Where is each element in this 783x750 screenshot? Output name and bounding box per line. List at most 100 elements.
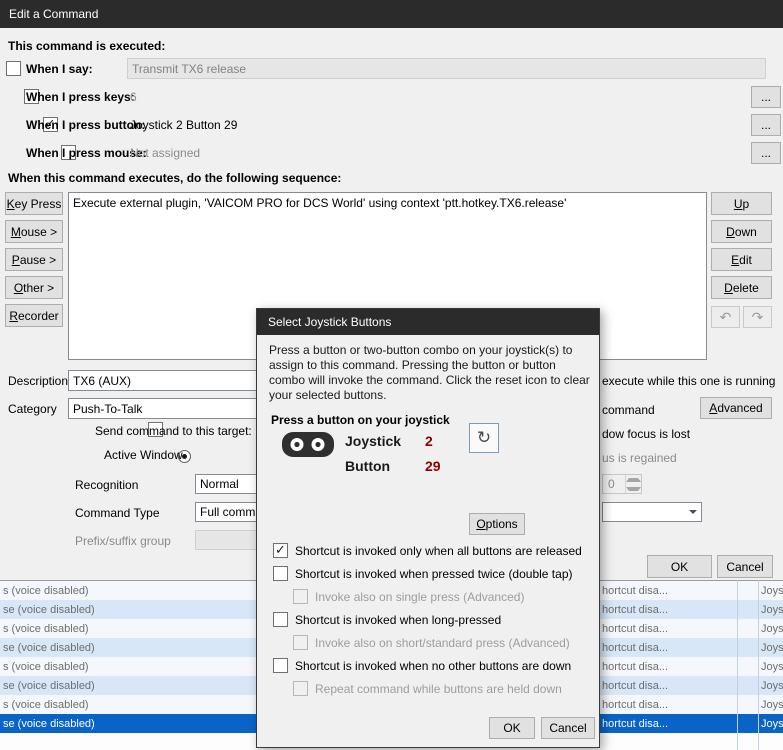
chevron-down-icon [684, 503, 701, 521]
when-i-press-button-label: When I press button: [26, 118, 146, 132]
joystick-label: Joystick [345, 433, 402, 449]
keys-value: 6 [130, 90, 137, 104]
checkbox-label: Shortcut is invoked when pressed twice (… [295, 566, 573, 581]
window-focus-lost-fragment: dow focus is lost [602, 427, 691, 441]
recorder-button[interactable]: Recorder [5, 304, 63, 327]
column-divider [737, 580, 738, 750]
reset-button[interactable]: ↻ [469, 423, 499, 453]
command-joystick: Joys [761, 660, 783, 673]
spinner-up-icon[interactable] [626, 475, 641, 484]
key-press-button[interactable]: Key Press [5, 192, 63, 215]
delete-button[interactable]: Delete [711, 276, 772, 299]
button-label: Button [345, 458, 391, 474]
pause-menu-label: Pause > [11, 252, 57, 267]
mouse-menu-button[interactable]: Mouse > [5, 220, 63, 243]
when-i-press-keys-label: When I press keys: [26, 90, 135, 104]
double-tap-checkbox[interactable] [273, 566, 288, 581]
joystick-cancel-label: Cancel [549, 721, 587, 735]
released-only-row: Shortcut is invoked only when all button… [273, 542, 582, 558]
description-value: TX6 (AUX) [73, 373, 132, 388]
redo-button[interactable]: ↷ [743, 306, 772, 328]
ellipsis-icon: ... [760, 90, 771, 104]
command-joystick: Joys [761, 641, 783, 654]
command-joystick: Joys [761, 603, 783, 616]
spinner-arrows[interactable] [625, 475, 641, 493]
checkbox-label: Shortcut is invoked when no other button… [295, 658, 572, 673]
pause-menu-button[interactable]: Pause > [5, 248, 63, 271]
mouse-more-button[interactable]: ... [751, 142, 781, 164]
options-label: Options [476, 517, 518, 531]
send-target-label: Send command to this target: [95, 424, 252, 438]
command-joystick: Joys [761, 622, 783, 635]
command-name: s (voice disabled) [3, 584, 89, 597]
delay-spinner[interactable]: 0 [602, 474, 642, 494]
command-joystick: Joys [761, 584, 783, 597]
checkbox-label: Repeat command while buttons are held do… [315, 681, 562, 696]
command-name: se (voice disabled) [3, 603, 95, 616]
ellipsis-icon: ... [760, 146, 771, 160]
delete-label: Delete [724, 280, 759, 295]
other-menu-button[interactable]: Other > [5, 276, 63, 299]
command-joystick: Joys [761, 717, 783, 730]
edit-command-title: Edit a Command [9, 7, 99, 21]
active-window-label: Active Window [104, 448, 183, 462]
executed-heading: This command is executed: [8, 39, 166, 53]
command-type-label: Command Type [75, 506, 160, 520]
up-label: Up [733, 196, 750, 211]
when-i-say-label: When I say: [26, 62, 93, 76]
command-name: se (voice disabled) [3, 717, 95, 730]
mouse-value: Not assigned [130, 146, 201, 160]
ellipsis-icon: ... [760, 118, 771, 132]
short-press-advanced-row: Invoke also on short/standard press (Adv… [293, 635, 570, 650]
checkbox-label: Shortcut is invoked when long-pressed [295, 612, 502, 627]
select-joystick-buttons-dialog: Select Joystick Buttons Press a button o… [256, 308, 600, 748]
command-shortcut: hortcut disa... [602, 584, 669, 597]
spinner-down-icon[interactable] [626, 484, 641, 493]
key-press-label: Key Press [6, 196, 62, 211]
joystick-dialog-intro: Press a button or two-button combo on yo… [269, 343, 590, 402]
single-press-advanced-row: Invoke also on single press (Advanced) [293, 589, 524, 604]
long-press-checkbox[interactable] [273, 612, 288, 627]
command-name: se (voice disabled) [3, 641, 95, 654]
command-shortcut: hortcut disa... [602, 603, 669, 616]
button-more-button[interactable]: ... [751, 114, 781, 136]
released-only-checkbox[interactable] [273, 542, 288, 558]
joystick-cancel-button[interactable]: Cancel [541, 717, 595, 739]
down-button[interactable]: Down [711, 220, 772, 243]
cancel-label: Cancel [726, 559, 764, 574]
edit-command-titlebar: Edit a Command [0, 0, 783, 28]
advanced-button[interactable]: Advanced [700, 397, 772, 419]
category-label: Category [8, 402, 57, 416]
right-panel-combo[interactable] [602, 502, 702, 522]
joystick-ok-button[interactable]: OK [489, 717, 535, 739]
joystick-ok-label: OK [503, 721, 521, 735]
other-menu-label: Other > [13, 280, 55, 295]
keys-more-button[interactable]: ... [751, 86, 781, 108]
up-button[interactable]: Up [711, 192, 772, 215]
repeat-held-row: Repeat command while buttons are held do… [293, 681, 562, 696]
command-joystick: Joys [761, 698, 783, 711]
prefix-suffix-label: Prefix/suffix group [75, 534, 171, 548]
long-press-row: Shortcut is invoked when long-pressed [273, 612, 501, 627]
command-name: s (voice disabled) [3, 622, 89, 635]
options-button[interactable]: Options [469, 513, 525, 535]
double-tap-row: Shortcut is invoked when pressed twice (… [273, 566, 572, 581]
redo-icon: ↷ [751, 308, 764, 325]
no-other-buttons-row: Shortcut is invoked when no other button… [273, 658, 571, 673]
edit-label: Edit [731, 252, 752, 267]
gamepad-icon [282, 432, 334, 457]
spoken-phrase-field[interactable]: Transmit TX6 release [127, 58, 766, 79]
ok-button[interactable]: OK [647, 555, 712, 578]
no-other-buttons-checkbox[interactable] [273, 658, 288, 673]
undo-button[interactable]: ↶ [711, 306, 740, 328]
command-fragment: command [602, 403, 655, 417]
button-number: 29 [425, 458, 441, 474]
mouse-menu-label: Mouse > [10, 224, 58, 239]
checkbox-label: Invoke also on single press (Advanced) [315, 589, 525, 604]
sequence-item[interactable]: Execute external plugin, 'VAICOM PRO for… [69, 193, 706, 213]
when-i-say-checkbox[interactable] [6, 61, 21, 76]
command-shortcut: hortcut disa... [602, 679, 669, 692]
edit-button[interactable]: Edit [711, 248, 772, 271]
command-shortcut: hortcut disa... [602, 622, 669, 635]
cancel-button[interactable]: Cancel [717, 555, 773, 578]
